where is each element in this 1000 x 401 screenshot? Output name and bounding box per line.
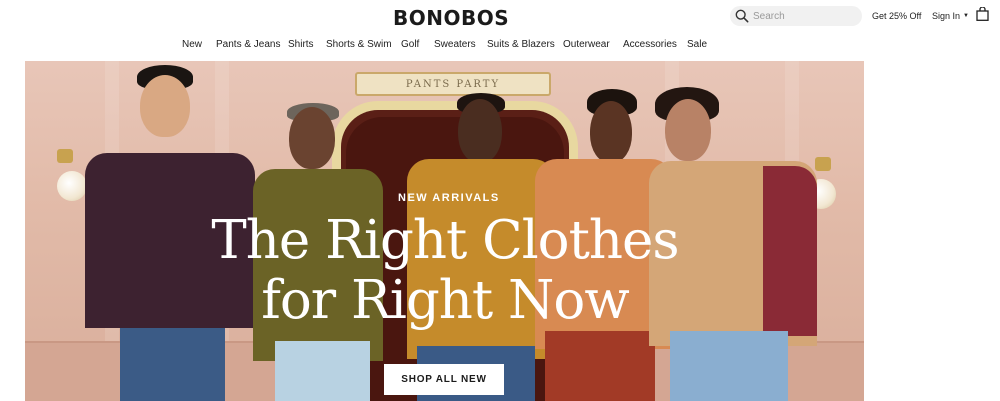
search-bar[interactable] — [730, 6, 862, 26]
signin-menu[interactable]: Sign In ▼ — [932, 11, 969, 21]
sign-text: PANTS PARTY — [405, 78, 501, 90]
brand-logo[interactable]: BONOBOS — [393, 6, 509, 30]
search-icon — [735, 9, 749, 23]
hero-headline: The Right Clothes for Right Now — [211, 210, 679, 331]
nav-item-accessories[interactable]: Accessories — [623, 39, 677, 50]
sconce-arm — [815, 157, 831, 171]
search-input[interactable] — [753, 10, 858, 22]
nav-item-sale[interactable]: Sale — [687, 39, 707, 50]
shop-all-new-button[interactable]: SHOP ALL NEW — [384, 364, 504, 395]
nav-item-outerwear[interactable]: Outerwear — [563, 39, 610, 50]
nav-item-suits-blazers[interactable]: Suits & Blazers — [487, 39, 555, 50]
main-nav: New Pants & Jeans Shirts Shorts & Swim G… — [0, 39, 1000, 53]
signin-label: Sign In — [932, 11, 961, 21]
nav-item-pants-jeans[interactable]: Pants & Jeans — [216, 39, 280, 50]
site-header: BONOBOS Get 25% Off Sign In ▼ New Pants … — [0, 0, 1000, 60]
shopping-bag-icon[interactable] — [976, 7, 989, 21]
sconce-arm — [57, 149, 73, 163]
nav-item-shorts-swim[interactable]: Shorts & Swim — [326, 39, 392, 50]
nav-item-new[interactable]: New — [182, 39, 202, 50]
hero-banner[interactable]: PANTS PARTY NEW ARRIVALS The Right Cloth — [25, 61, 864, 401]
chevron-down-icon: ▼ — [963, 13, 969, 19]
promo-link[interactable]: Get 25% Off — [872, 11, 921, 21]
nav-item-sweaters[interactable]: Sweaters — [434, 39, 476, 50]
nav-item-shirts[interactable]: Shirts — [288, 39, 314, 50]
nav-item-golf[interactable]: Golf — [401, 39, 419, 50]
wall-sconce — [57, 171, 87, 201]
hero-eyebrow: NEW ARRIVALS — [398, 192, 500, 204]
pants-party-sign: PANTS PARTY — [355, 72, 551, 96]
